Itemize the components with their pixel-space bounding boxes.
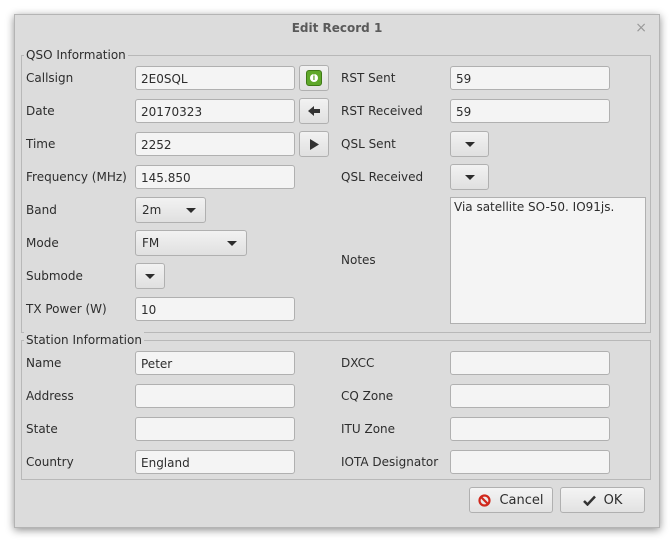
qsl-received-combo[interactable] bbox=[450, 164, 489, 190]
callsign-label: Callsign bbox=[26, 71, 74, 85]
submode-combo[interactable] bbox=[135, 263, 165, 289]
ok-button[interactable]: OK bbox=[560, 487, 645, 513]
cancel-icon bbox=[478, 493, 492, 507]
mode-value: FM bbox=[142, 236, 160, 250]
country-input[interactable]: England bbox=[135, 450, 295, 474]
address-label: Address bbox=[26, 389, 74, 403]
tx-power-input[interactable]: 10 bbox=[135, 297, 295, 321]
date-label: Date bbox=[26, 104, 55, 118]
rst-received-input[interactable]: 59 bbox=[450, 99, 610, 123]
rst-sent-label: RST Sent bbox=[341, 71, 396, 85]
checkmark-icon bbox=[582, 495, 596, 506]
time-label: Time bbox=[26, 137, 56, 151]
name-input[interactable]: Peter bbox=[135, 351, 295, 375]
frequency-input[interactable]: 145.850 bbox=[135, 165, 295, 189]
chevron-down-icon bbox=[227, 241, 237, 246]
set-current-time-button[interactable] bbox=[299, 131, 329, 157]
ok-label: OK bbox=[603, 492, 623, 508]
chevron-down-icon bbox=[145, 274, 155, 279]
chevron-down-icon bbox=[465, 142, 475, 147]
chevron-down-icon bbox=[465, 175, 475, 180]
group-label: Station Information bbox=[24, 332, 144, 348]
dxcc-input[interactable] bbox=[450, 351, 610, 375]
country-label: Country bbox=[26, 455, 74, 469]
close-icon[interactable]: × bbox=[635, 15, 647, 42]
submode-label: Submode bbox=[26, 269, 83, 283]
lookup-callsign-button[interactable]: i bbox=[299, 65, 329, 91]
mode-label: Mode bbox=[26, 236, 59, 250]
cancel-button[interactable]: Cancel bbox=[469, 487, 553, 513]
callsign-input[interactable]: 2E0SQL bbox=[135, 66, 295, 90]
frequency-label: Frequency (MHz) bbox=[26, 170, 127, 184]
qsl-sent-label: QSL Sent bbox=[341, 137, 396, 151]
state-label: State bbox=[26, 422, 58, 436]
dxcc-label: DXCC bbox=[341, 356, 375, 370]
time-input[interactable]: 2252 bbox=[135, 132, 295, 156]
band-label: Band bbox=[26, 203, 57, 217]
arrow-left-icon bbox=[308, 106, 320, 116]
play-icon bbox=[309, 138, 319, 150]
qsl-sent-combo[interactable] bbox=[450, 131, 489, 157]
qsl-received-label: QSL Received bbox=[341, 170, 424, 184]
cq-zone-label: CQ Zone bbox=[341, 389, 394, 403]
notes-label: Notes bbox=[341, 253, 376, 267]
date-input[interactable]: 20170323 bbox=[135, 99, 295, 123]
cq-zone-input[interactable] bbox=[450, 384, 610, 408]
rst-sent-input[interactable]: 59 bbox=[450, 66, 610, 90]
dialog-title: Edit Record 1 bbox=[291, 21, 383, 35]
band-value: 2m bbox=[142, 203, 162, 217]
state-input[interactable] bbox=[135, 417, 295, 441]
cancel-label: Cancel bbox=[499, 492, 544, 508]
mode-combo[interactable]: FM bbox=[135, 230, 247, 256]
name-label: Name bbox=[26, 356, 62, 370]
info-bubble-icon: i bbox=[306, 70, 322, 86]
group-label: QSO Information bbox=[24, 47, 128, 63]
rst-received-label: RST Received bbox=[341, 104, 423, 118]
itu-zone-input[interactable] bbox=[450, 417, 610, 441]
iota-label: IOTA Designator bbox=[341, 455, 439, 469]
set-current-date-button[interactable] bbox=[299, 98, 329, 124]
chevron-down-icon bbox=[186, 208, 196, 213]
address-input[interactable] bbox=[135, 384, 295, 408]
band-combo[interactable]: 2m bbox=[135, 197, 206, 223]
iota-input[interactable] bbox=[450, 450, 610, 474]
itu-zone-label: ITU Zone bbox=[341, 422, 396, 436]
notes-textarea[interactable]: Via satellite SO-50. IO91js. bbox=[450, 197, 646, 324]
tx-power-label: TX Power (W) bbox=[26, 302, 107, 316]
